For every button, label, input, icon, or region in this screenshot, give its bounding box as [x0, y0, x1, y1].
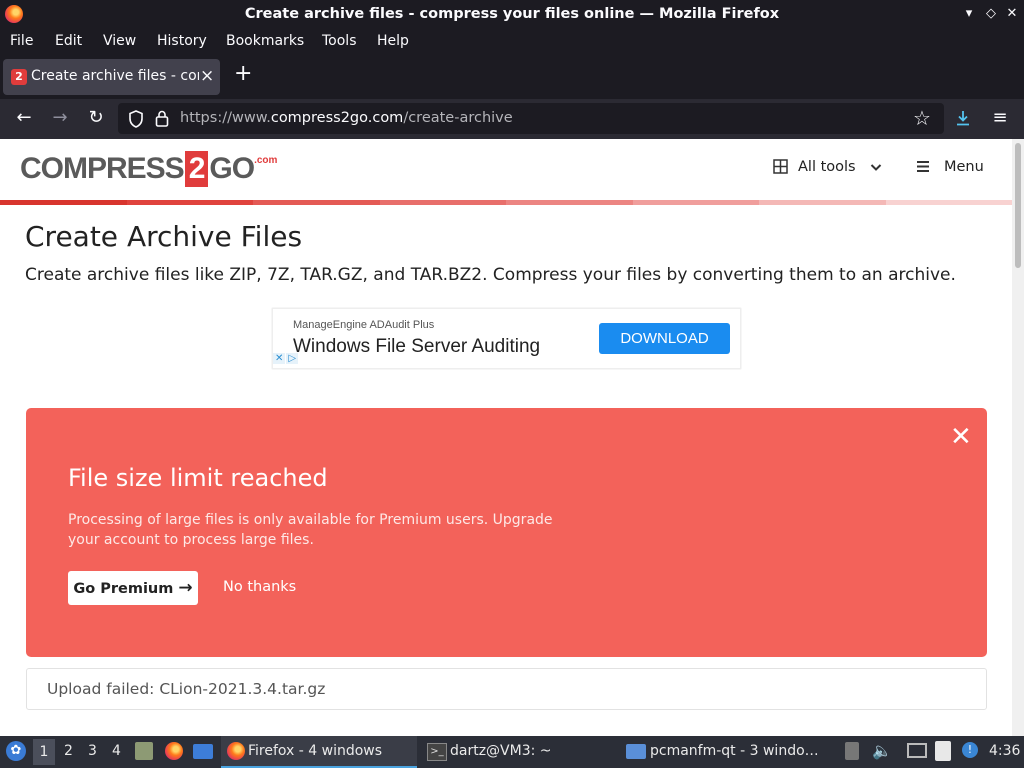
workspace-3[interactable]: 3	[88, 743, 97, 759]
back-icon[interactable]: ←	[13, 107, 35, 128]
site-logo[interactable]: COMPRESS 2 GO.com	[20, 151, 277, 191]
menu-icon	[917, 161, 929, 172]
taskbar: ✿ 1 2 3 4 Firefox - 4 windows >_ dartz@V…	[0, 736, 1024, 768]
clipboard-icon[interactable]	[935, 741, 951, 761]
shield-icon[interactable]	[128, 110, 144, 128]
menu-tools[interactable]: Tools	[322, 33, 357, 49]
go-premium-label: Go Premium	[73, 581, 174, 597]
color-segment	[759, 200, 886, 205]
page-subtitle: Create archive files like ZIP, 7Z, TAR.G…	[25, 265, 956, 285]
color-segment	[126, 200, 253, 205]
chevron-down-icon	[871, 164, 882, 171]
reload-icon[interactable]: ↻	[85, 107, 107, 128]
color-segment	[632, 200, 759, 205]
logo-number: 2	[184, 151, 209, 187]
ad-headline: Windows File Server Auditing	[293, 336, 541, 357]
nav-bar: ← → ↻ https://www.compress2go.com/create…	[0, 99, 1024, 139]
task-label: Firefox - 4 windows	[248, 743, 383, 759]
file-manager-launcher-icon[interactable]	[135, 742, 153, 760]
menu-bar: File Edit View History Bookmarks Tools H…	[0, 30, 1024, 55]
tab-title: Create archive files - compress your fil…	[31, 68, 199, 84]
volume-icon[interactable]: 🔈	[872, 741, 892, 760]
workspace-1[interactable]: 1	[33, 739, 55, 765]
page-title: Create Archive Files	[25, 220, 303, 253]
tab-active[interactable]: 2 Create archive files - compress your f…	[3, 59, 220, 95]
all-tools-label: All tools	[798, 159, 856, 175]
url-path: /create-archive	[403, 110, 513, 126]
start-menu-icon[interactable]: ✿	[6, 741, 26, 761]
color-segment	[0, 200, 127, 205]
site-header: COMPRESS 2 GO.com All tools Menu	[0, 139, 1012, 201]
network-icon[interactable]	[907, 743, 927, 758]
menu-history[interactable]: History	[157, 33, 207, 49]
folder-icon	[626, 744, 646, 759]
lock-icon[interactable]	[155, 110, 169, 127]
tab-strip: 2 Create archive files - compress your f…	[0, 55, 1024, 99]
color-segment	[253, 200, 380, 205]
taskbar-task-firefox[interactable]: Firefox - 4 windows	[221, 736, 417, 768]
color-segment	[506, 200, 633, 205]
menu-bookmarks[interactable]: Bookmarks	[226, 33, 304, 49]
menu-view[interactable]: View	[103, 33, 136, 49]
ad-download-button[interactable]: DOWNLOAD	[599, 323, 730, 354]
menu-edit[interactable]: Edit	[55, 33, 82, 49]
no-thanks-link[interactable]: No thanks	[223, 579, 296, 595]
firefox-launcher-icon[interactable]	[165, 742, 183, 760]
menu-file[interactable]: File	[10, 33, 33, 49]
ad-banner[interactable]: ManageEngine ADAudit Plus Windows File S…	[272, 308, 741, 369]
site-menu-button[interactable]: Menu	[916, 159, 984, 175]
go-premium-button[interactable]: Go Premium →	[68, 571, 198, 605]
alert-title: File size limit reached	[68, 464, 328, 492]
taskbar-task-pcmanfm[interactable]: pcmanfm-qt - 3 windo…	[626, 736, 826, 766]
upload-status-text: Upload failed: CLion-2021.3.4.tar.gz	[47, 680, 326, 698]
downloads-icon[interactable]	[954, 109, 972, 127]
task-label: pcmanfm-qt - 3 windo…	[650, 743, 819, 759]
all-tools-button[interactable]: All tools	[773, 159, 882, 175]
url-domain: compress2go.com	[270, 110, 404, 126]
grid-icon	[773, 159, 788, 174]
terminal-icon: >_	[427, 743, 447, 761]
header-color-bar	[0, 200, 1012, 205]
alert-message: Processing of large files is only availa…	[68, 512, 553, 548]
notification-icon[interactable]: !	[962, 742, 978, 758]
site-favicon-icon: 2	[11, 69, 27, 85]
desktop-launcher-icon[interactable]	[193, 744, 213, 759]
upload-status: Upload failed: CLion-2021.3.4.tar.gz	[26, 668, 987, 710]
menu-help[interactable]: Help	[377, 33, 409, 49]
maximize-icon[interactable]: ◇	[983, 6, 999, 22]
workspace-2[interactable]: 2	[64, 743, 73, 759]
hamburger-menu-icon[interactable]: ≡	[989, 107, 1011, 128]
url-bar[interactable]: https://www.compress2go.com/create-archi…	[118, 103, 944, 134]
close-alert-icon[interactable]: ✕	[950, 422, 972, 452]
eject-icon[interactable]	[845, 742, 859, 760]
url-prefix: https://www.	[180, 110, 271, 126]
close-window-icon[interactable]: ✕	[1004, 6, 1020, 22]
file-size-limit-alert: ✕ File size limit reached Processing of …	[26, 408, 987, 657]
new-tab-icon[interactable]: +	[234, 61, 252, 86]
workspace-4[interactable]: 4	[112, 743, 121, 759]
forward-icon[interactable]: →	[49, 107, 71, 128]
color-segment	[885, 200, 1012, 205]
minimize-icon[interactable]: ▾	[961, 6, 977, 22]
url-text[interactable]: https://www.compress2go.com/create-archi…	[180, 110, 513, 126]
color-segment	[379, 200, 506, 205]
window-title: Create archive files - compress your fil…	[244, 6, 780, 22]
ad-choices-icon[interactable]: ✕ ▷	[273, 353, 303, 367]
web-page: COMPRESS 2 GO.com All tools Menu Create Ar…	[0, 139, 1012, 736]
firefox-icon	[227, 742, 245, 760]
close-tab-icon[interactable]: ×	[200, 66, 214, 86]
window-titlebar: Create archive files - compress your fil…	[0, 0, 1024, 30]
bookmark-star-icon[interactable]: ☆	[913, 106, 931, 130]
ad-sponsor: ManageEngine ADAudit Plus	[293, 319, 435, 331]
clock[interactable]: 4:36	[989, 743, 1020, 759]
arrow-right-icon: →	[178, 578, 193, 598]
taskbar-task-terminal[interactable]: >_ dartz@VM3: ~	[427, 736, 617, 766]
task-label: dartz@VM3: ~	[450, 743, 552, 759]
logo-text-right: GO	[209, 152, 255, 185]
logo-tld: .com	[254, 155, 278, 166]
scrollbar-thumb[interactable]	[1015, 143, 1021, 268]
logo-text-left: COMPRESS	[20, 152, 185, 185]
menu-label: Menu	[944, 159, 984, 175]
